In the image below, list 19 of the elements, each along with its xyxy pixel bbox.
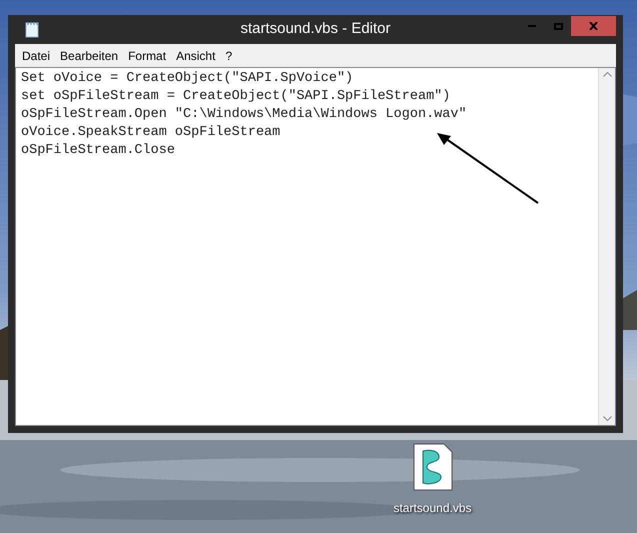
code-line: set oSpFileStream = CreateObject("SAPI.SpFileStream") bbox=[21, 88, 450, 106]
menu-item[interactable]: Format bbox=[123, 44, 172, 67]
scroll-down-icon bbox=[602, 416, 612, 421]
code-line: Set oVoice = CreateObject("SAPI.SpVoice") bbox=[21, 70, 354, 88]
file-label[interactable]: startsound.vbs bbox=[393, 499, 472, 517]
notepad-icon bbox=[25, 21, 39, 38]
close-icon bbox=[589, 22, 598, 30]
close-button[interactable] bbox=[571, 16, 616, 36]
code-line: oSpFileStream.Close bbox=[21, 142, 175, 160]
code-line: oVoice.SpeakStream oSpFileStream bbox=[21, 124, 280, 142]
script-file-icon[interactable] bbox=[412, 443, 452, 491]
menu-item[interactable]: Datei bbox=[17, 44, 56, 67]
menu-item[interactable]: ? bbox=[220, 44, 238, 67]
menu-item[interactable]: Ansicht bbox=[171, 44, 220, 67]
scroll-up-icon bbox=[602, 72, 612, 77]
code-line: oSpFileStream.Open "C:\Windows\Media\Windows Logon.wav" bbox=[21, 106, 467, 124]
window-title: startsound.vbs - Editor bbox=[240, 19, 391, 40]
scrollbar[interactable] bbox=[598, 68, 615, 425]
menu-item[interactable]: Bearbeiten bbox=[55, 44, 124, 67]
